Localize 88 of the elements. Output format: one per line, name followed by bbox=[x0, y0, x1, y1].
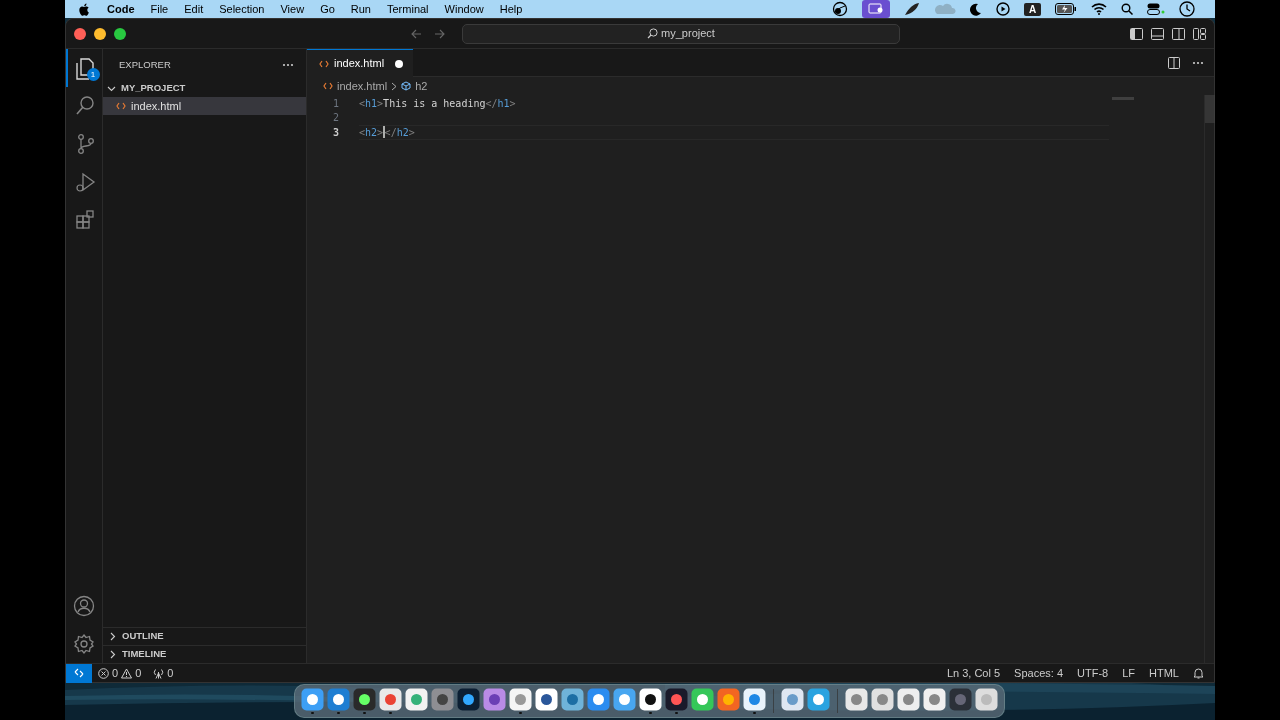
app-icon[interactable] bbox=[587, 687, 610, 711]
status-item[interactable]: LF bbox=[1122, 664, 1136, 682]
chevron-right-icon bbox=[391, 81, 398, 91]
account-icon[interactable] bbox=[73, 595, 95, 617]
screen-share-icon[interactable] bbox=[862, 0, 890, 18]
status-item[interactable]: UTF-8 bbox=[1077, 664, 1109, 682]
control-center-icon[interactable] bbox=[1147, 3, 1165, 15]
menu-item[interactable]: Edit bbox=[184, 0, 204, 18]
moon-icon[interactable] bbox=[970, 2, 982, 16]
app-icon[interactable] bbox=[535, 687, 558, 711]
menu-item[interactable]: Help bbox=[499, 0, 523, 18]
app-icon[interactable] bbox=[301, 687, 324, 711]
panel-toggle-icon[interactable] bbox=[1151, 27, 1164, 40]
app-icon[interactable] bbox=[405, 687, 428, 711]
more-actions-icon[interactable] bbox=[1192, 60, 1204, 65]
app-icon[interactable] bbox=[353, 687, 376, 711]
text-cursor bbox=[383, 126, 385, 139]
app-icon[interactable] bbox=[457, 687, 480, 711]
breadcrumb-item[interactable]: h2 bbox=[415, 77, 428, 95]
more-actions-button[interactable] bbox=[282, 63, 294, 67]
wifi-icon[interactable] bbox=[1091, 3, 1107, 15]
line-number: 3 bbox=[331, 125, 339, 140]
breadcrumb-item[interactable]: index.html bbox=[337, 77, 388, 95]
app-icon[interactable] bbox=[613, 687, 636, 711]
split-editor-icon[interactable] bbox=[1168, 56, 1180, 69]
menu-item[interactable]: File bbox=[150, 0, 169, 18]
minimap bbox=[1112, 97, 1134, 100]
status-item[interactable]: Spaces: 4 bbox=[1014, 664, 1064, 682]
ellipsis-icon bbox=[282, 63, 294, 67]
minimize-button[interactable] bbox=[94, 27, 106, 40]
app-icon[interactable] bbox=[639, 687, 662, 711]
menu-item[interactable]: Terminal bbox=[387, 0, 429, 18]
code-line: <h2></h2> bbox=[359, 125, 1109, 140]
search-icon bbox=[647, 28, 659, 39]
editor-tab[interactable]: index.html bbox=[307, 49, 414, 77]
search-icon[interactable] bbox=[1121, 3, 1133, 15]
files-icon bbox=[74, 56, 96, 80]
status-item[interactable]: HTML bbox=[1149, 664, 1179, 682]
remote-icon bbox=[74, 668, 84, 678]
menu-item[interactable]: Go bbox=[320, 0, 335, 18]
cube-icon bbox=[401, 81, 412, 91]
code-brackets-icon bbox=[319, 59, 329, 68]
app-icon[interactable] bbox=[327, 687, 350, 711]
line-number: 2 bbox=[331, 111, 339, 126]
close-button[interactable] bbox=[74, 27, 86, 40]
menu-item[interactable]: Selection bbox=[219, 0, 265, 18]
problems-button[interactable]: 0 0 bbox=[98, 664, 142, 682]
section-header[interactable]: OUTLINE bbox=[103, 627, 306, 645]
warning-icon bbox=[121, 667, 133, 679]
status-item[interactable]: Ln 3, Col 5 bbox=[946, 664, 1001, 682]
apple-logo-icon[interactable] bbox=[79, 2, 90, 16]
line-number: 1 bbox=[331, 96, 339, 111]
menu-item[interactable]: Run bbox=[350, 0, 371, 18]
run-debug-icon bbox=[74, 170, 96, 194]
error-icon bbox=[98, 667, 109, 679]
ports-button[interactable]: 0 bbox=[153, 664, 174, 682]
settings-icon[interactable] bbox=[73, 633, 95, 655]
code-brackets-icon bbox=[116, 102, 126, 110]
extensions-icon bbox=[74, 208, 96, 232]
back-arrow-icon[interactable] bbox=[411, 28, 422, 39]
app-icon[interactable] bbox=[691, 687, 714, 711]
feather-icon[interactable] bbox=[904, 2, 920, 16]
zoom-button[interactable] bbox=[114, 27, 126, 40]
sidebar-toggle-icon[interactable] bbox=[1130, 27, 1143, 40]
antenna-icon bbox=[153, 667, 165, 679]
code-line: <h1>This is a heading</h1> bbox=[359, 96, 517, 111]
forward-arrow-icon[interactable] bbox=[434, 28, 445, 39]
app-icon[interactable] bbox=[509, 687, 532, 711]
notification-badge: 1 bbox=[86, 68, 100, 81]
command-center-search[interactable]: my_project bbox=[462, 23, 900, 44]
play-circle-icon[interactable] bbox=[996, 2, 1010, 16]
battery-icon[interactable] bbox=[1055, 3, 1077, 15]
app-icon[interactable] bbox=[807, 687, 830, 711]
globe-icon[interactable] bbox=[832, 1, 848, 17]
input-source-indicator[interactable]: A bbox=[1024, 2, 1041, 16]
menu-item[interactable]: View bbox=[280, 0, 305, 18]
menu-item[interactable]: Window bbox=[444, 0, 484, 18]
panel-title: EXPLORER bbox=[119, 57, 171, 72]
secondary-sidebar-icon[interactable] bbox=[1172, 27, 1185, 40]
explorer-tree-row[interactable]: index.html bbox=[103, 97, 306, 115]
folder-row[interactable]: MY_PROJECT bbox=[103, 79, 306, 97]
app-menu[interactable]: Code bbox=[107, 0, 135, 18]
code-brackets-icon bbox=[323, 81, 333, 91]
scrollbar[interactable] bbox=[1204, 95, 1214, 663]
clock-icon[interactable] bbox=[1179, 1, 1195, 17]
layout-icon[interactable] bbox=[1193, 27, 1206, 40]
remote-button[interactable] bbox=[66, 663, 92, 683]
bell-icon[interactable] bbox=[1193, 667, 1204, 679]
